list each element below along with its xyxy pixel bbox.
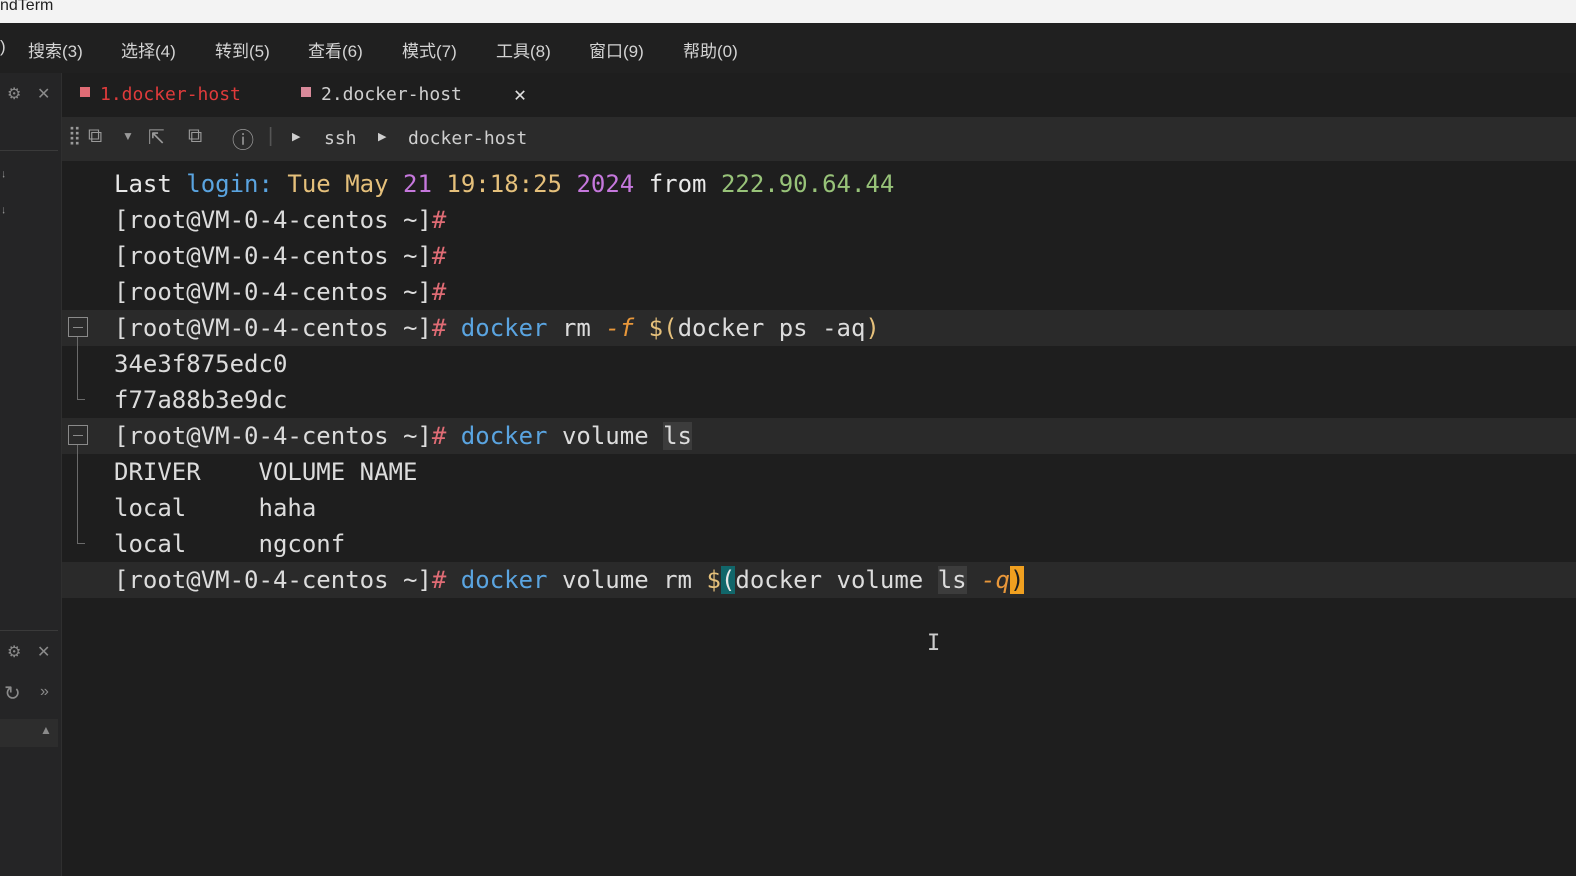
tab-label: 2.docker-host bbox=[321, 84, 462, 105]
breadcrumb-arrow-icon: ▶ bbox=[292, 131, 301, 143]
terminal-line: [root@VM-0-4-centos ~]# docker rm -f $(d… bbox=[114, 314, 880, 342]
fold-toggle-icon[interactable] bbox=[68, 425, 88, 445]
terminal-line: [root@VM-0-4-centos ~]# bbox=[114, 242, 447, 270]
tab-close-icon[interactable]: ✕ bbox=[514, 82, 526, 106]
window-title: ndTerm bbox=[0, 0, 54, 14]
fold-guide bbox=[77, 399, 85, 400]
left-sidebar: ⚙ ✕ ᛍ ᛍ ⚙ ✕ ↻ » ▲ bbox=[0, 73, 62, 876]
tab-2[interactable]: 2.docker-host ✕ bbox=[286, 73, 544, 117]
divider: | bbox=[268, 125, 274, 147]
terminal-input-line[interactable]: [root@VM-0-4-centos ~]# docker volume rm… bbox=[114, 562, 1025, 598]
menu-help[interactable]: 帮助(0) bbox=[683, 37, 738, 62]
fold-guide bbox=[77, 543, 85, 544]
terminal-line: [root@VM-0-4-centos ~]# docker volume ls bbox=[114, 422, 693, 450]
gear-icon[interactable]: ⚙ bbox=[7, 84, 21, 104]
fold-toggle-icon[interactable] bbox=[68, 317, 88, 337]
tree-marker-icon: ᛍ bbox=[0, 205, 8, 219]
menu-view[interactable]: 查看(6) bbox=[308, 37, 363, 62]
terminal-line: local ngconf bbox=[114, 530, 346, 558]
breadcrumb-arrow-icon: ▶ bbox=[378, 131, 387, 143]
expand-icon[interactable]: » bbox=[40, 683, 49, 701]
menu-select[interactable]: 选择(4) bbox=[121, 37, 176, 62]
open-external-icon[interactable]: ⇱ bbox=[148, 125, 165, 150]
tab-1[interactable]: 1.docker-host bbox=[62, 73, 282, 117]
tab-color-icon bbox=[301, 87, 311, 97]
menu-window[interactable]: 窗口(9) bbox=[589, 37, 644, 62]
tab-label: 1.docker-host bbox=[100, 84, 241, 105]
tab-bar: 1.docker-host 2.docker-host ✕ bbox=[62, 73, 1576, 117]
fold-guide bbox=[77, 337, 78, 399]
terminal-line: [root@VM-0-4-centos ~]# bbox=[114, 206, 447, 234]
terminal-line: 34e3f875edc0 bbox=[114, 350, 288, 378]
drag-handle-icon[interactable]: ⣿ bbox=[68, 125, 81, 146]
menu-mode[interactable]: 模式(7) bbox=[402, 37, 457, 62]
collapse-bar[interactable]: ▲ bbox=[0, 719, 58, 747]
duplicate-icon[interactable]: ⧉ bbox=[188, 125, 202, 148]
chevron-down-icon[interactable]: ▼ bbox=[122, 129, 134, 143]
divider bbox=[0, 150, 58, 151]
toolbar: ⣿ ⧉ ▼ ⇱ ⧉ ⓘ | ▶ ssh ▶ docker-host bbox=[62, 117, 1576, 161]
close-icon[interactable]: ✕ bbox=[37, 642, 50, 662]
menu-search[interactable]: 搜索(3) bbox=[28, 37, 83, 62]
breadcrumb-ssh[interactable]: ssh bbox=[324, 128, 357, 149]
menu-bar: ) 搜索(3) 选择(4) 转到(5) 查看(6) 模式(7) 工具(8) 窗口… bbox=[0, 23, 1576, 73]
menu-tools[interactable]: 工具(8) bbox=[496, 37, 551, 62]
terminal-line: [root@VM-0-4-centos ~]# bbox=[114, 278, 447, 306]
ibeam-cursor-icon: I bbox=[927, 631, 941, 656]
tree-marker-icon: ᛍ bbox=[0, 169, 8, 183]
tab-color-icon bbox=[80, 87, 90, 97]
gear-icon[interactable]: ⚙ bbox=[7, 642, 21, 662]
terminal[interactable]: Last login: Tue May 21 19:18:25 2024 fro… bbox=[62, 165, 1576, 876]
divider bbox=[0, 630, 58, 631]
new-session-icon[interactable]: ⧉ bbox=[88, 125, 102, 148]
menu-fragment[interactable]: ) bbox=[0, 37, 6, 57]
terminal-line: DRIVER VOLUME NAME bbox=[114, 458, 418, 486]
close-icon[interactable]: ✕ bbox=[37, 84, 50, 104]
arrow-up-icon[interactable]: ▲ bbox=[40, 723, 52, 737]
fold-guide bbox=[77, 445, 78, 543]
title-bar: ndTerm bbox=[0, 0, 1576, 23]
terminal-line: f77a88b3e9dc bbox=[114, 386, 288, 414]
info-icon[interactable]: ⓘ bbox=[232, 123, 254, 155]
refresh-icon[interactable]: ↻ bbox=[4, 681, 21, 706]
terminal-line: local haha bbox=[114, 494, 317, 522]
text-cursor: ) bbox=[1009, 566, 1025, 594]
breadcrumb-host[interactable]: docker-host bbox=[408, 128, 527, 149]
menu-goto[interactable]: 转到(5) bbox=[215, 37, 270, 62]
terminal-line: Last login: Tue May 21 19:18:25 2024 fro… bbox=[114, 170, 895, 198]
